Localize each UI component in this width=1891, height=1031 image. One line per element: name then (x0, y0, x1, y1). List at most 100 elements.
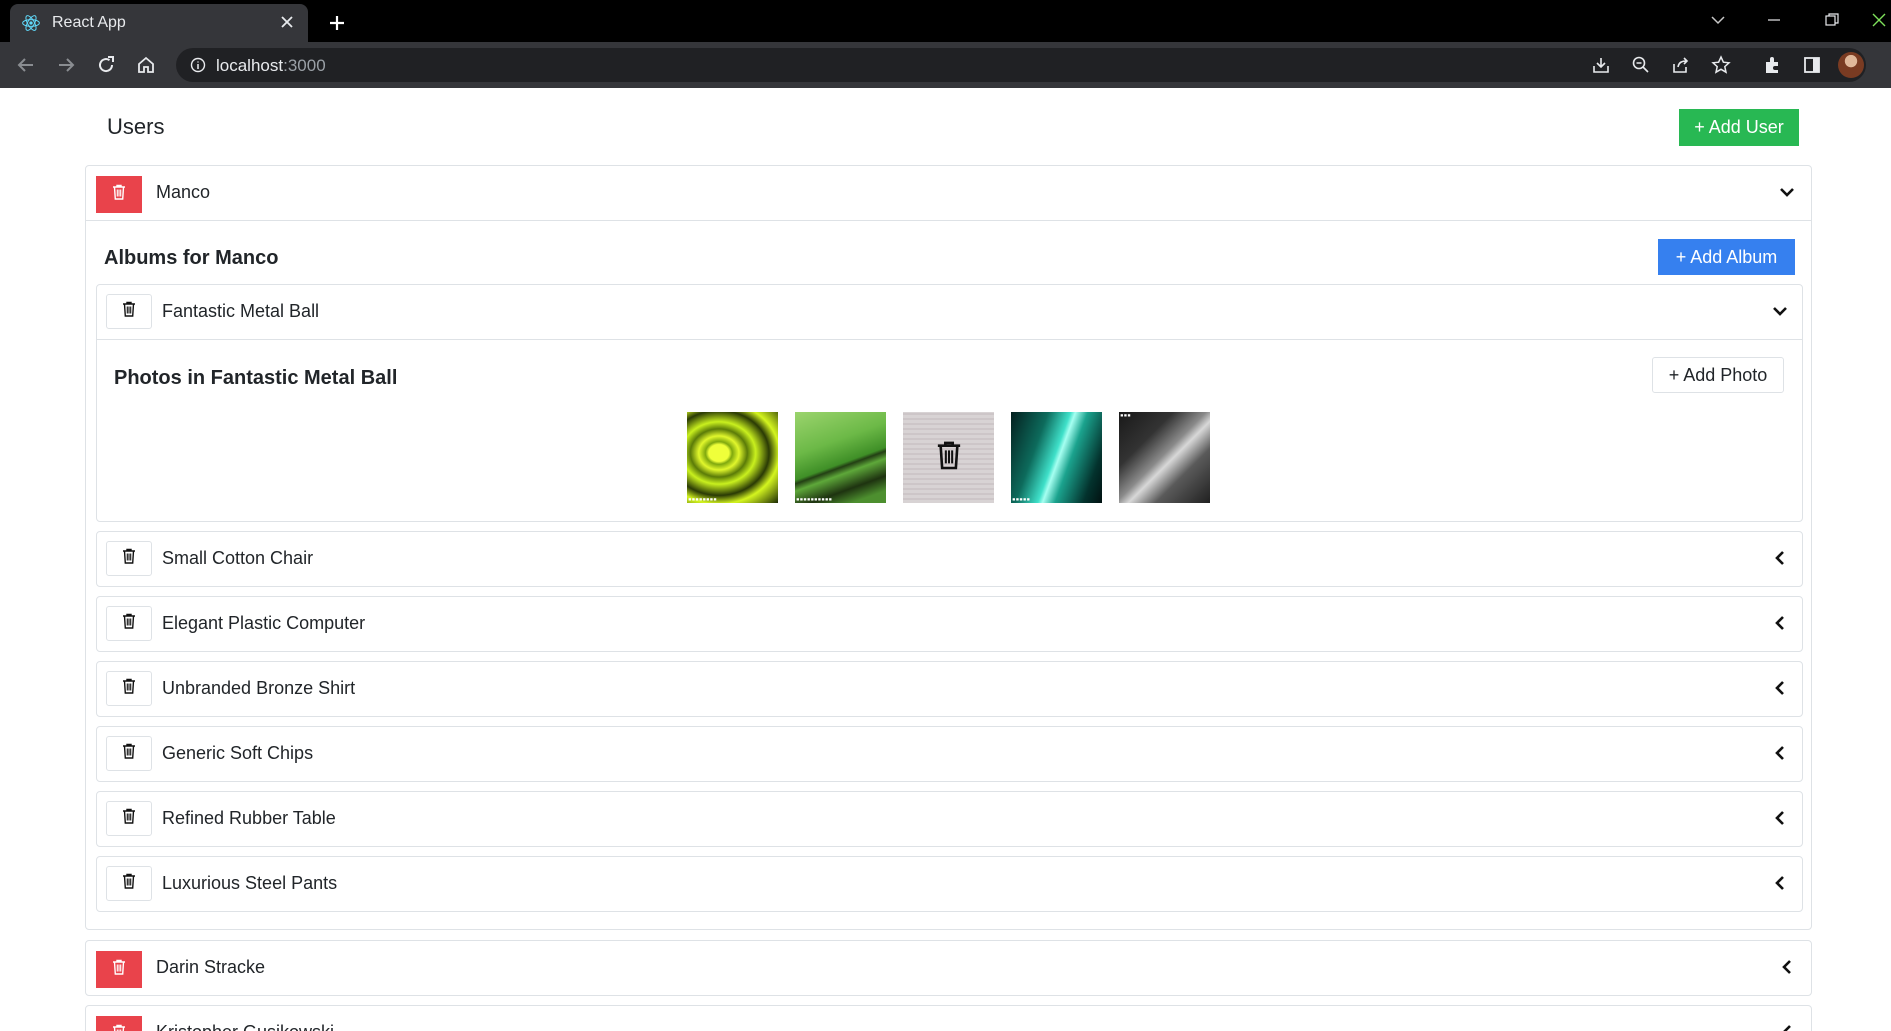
album-header[interactable]: Fantastic Metal Ball (97, 285, 1802, 339)
zoom-icon[interactable] (1629, 53, 1653, 77)
extensions-icon[interactable] (1760, 53, 1784, 77)
album-card: Fantastic Metal Ball Photos in Fantastic… (96, 284, 1803, 522)
page-content: Users + Add User Manco Albums for Manco … (0, 88, 1891, 1031)
home-icon[interactable] (132, 51, 160, 79)
url-port: :3000 (283, 56, 326, 75)
delete-album-button[interactable] (106, 541, 152, 576)
browser-toolbar: localhost:3000 (0, 42, 1891, 88)
trash-icon (122, 613, 136, 634)
photo-thumbnail[interactable] (903, 412, 994, 503)
delete-user-button[interactable] (96, 176, 142, 213)
albums-title: Albums for Manco (104, 247, 279, 269)
album-header[interactable]: Unbranded Bronze Shirt (97, 662, 1802, 716)
user-name: Darin Stracke (156, 957, 266, 977)
photo-thumbnail[interactable]: ▪▪▪▪▪▪▪▪▪▪ (795, 412, 886, 503)
chevron-left-icon[interactable] (1768, 806, 1792, 830)
url-text: localhost:3000 (216, 56, 326, 76)
trash-icon (122, 743, 136, 764)
trash-icon (122, 301, 136, 322)
photo-thumbnail[interactable]: ▪▪▪ (1119, 412, 1210, 503)
delete-album-button[interactable] (106, 866, 152, 901)
install-app-icon[interactable] (1589, 53, 1613, 77)
add-photo-button[interactable]: + Add Photo (1652, 357, 1784, 393)
album-name: Generic Soft Chips (162, 743, 314, 763)
photo-thumbnail[interactable]: ▪▪▪▪▪▪▪▪ (687, 412, 778, 503)
user-card: Darin Stracke (85, 940, 1812, 996)
album-name: Luxurious Steel Pants (162, 873, 338, 893)
chevron-down-icon[interactable] (1768, 299, 1792, 323)
trash-icon (122, 808, 136, 829)
user-header[interactable]: Darin Stracke (86, 941, 1811, 995)
trash-icon (112, 959, 126, 980)
share-icon[interactable] (1669, 53, 1693, 77)
chevron-left-icon[interactable] (1775, 955, 1799, 979)
delete-user-button[interactable] (96, 951, 142, 988)
browser-tab[interactable]: React App (10, 4, 308, 42)
forward-icon[interactable] (52, 51, 80, 79)
album-card: Generic Soft Chips (96, 726, 1803, 782)
site-info-icon[interactable] (188, 55, 208, 75)
album-card: Refined Rubber Table (96, 791, 1803, 847)
album-card: Unbranded Bronze Shirt (96, 661, 1803, 717)
delete-album-button[interactable] (106, 671, 152, 706)
close-window-icon[interactable] (1866, 0, 1891, 40)
browser-tabstrip: React App (0, 0, 1891, 42)
bookmark-star-icon[interactable] (1709, 53, 1733, 77)
photo-caption: ▪▪▪▪▪▪▪▪▪▪ (796, 496, 833, 503)
album-header[interactable]: Small Cotton Chair (97, 532, 1802, 586)
user-header[interactable]: Manco (86, 166, 1811, 220)
album-name: Refined Rubber Table (162, 808, 336, 828)
delete-album-button[interactable] (106, 801, 152, 836)
chevron-left-icon[interactable] (1768, 676, 1792, 700)
react-logo-icon (20, 12, 42, 34)
user-card: Kristopher Gusikowski (85, 1005, 1812, 1031)
address-bar[interactable]: localhost:3000 (176, 48, 1866, 82)
restore-icon[interactable] (1809, 0, 1855, 40)
trash-icon (112, 184, 126, 205)
album-header[interactable]: Refined Rubber Table (97, 792, 1802, 846)
reload-icon[interactable] (92, 51, 120, 79)
delete-album-button[interactable] (106, 294, 152, 329)
back-icon[interactable] (12, 51, 40, 79)
delete-album-button[interactable] (106, 606, 152, 641)
add-album-button[interactable]: + Add Album (1658, 239, 1795, 275)
chevron-left-icon[interactable] (1768, 871, 1792, 895)
album-header[interactable]: Elegant Plastic Computer (97, 597, 1802, 651)
tab-title: React App (52, 14, 126, 31)
delete-album-button[interactable] (106, 736, 152, 771)
photo-caption: ▪▪▪▪▪ (1012, 496, 1031, 503)
album-name: Elegant Plastic Computer (162, 613, 366, 633)
new-tab-icon[interactable] (322, 8, 352, 38)
chevron-left-icon[interactable] (1768, 546, 1792, 570)
tab-search-icon[interactable] (1695, 0, 1741, 40)
delete-photo-trash-icon[interactable] (936, 440, 962, 475)
url-host: localhost (216, 56, 284, 75)
trash-icon (122, 678, 136, 699)
user-card: Manco Albums for Manco + Add Album Fanta… (85, 165, 1812, 930)
album-card: Small Cotton Chair (96, 531, 1803, 587)
album-name: Small Cotton Chair (162, 548, 314, 568)
page-title: Users (107, 114, 165, 139)
album-card: Elegant Plastic Computer (96, 596, 1803, 652)
profile-avatar[interactable] (1838, 52, 1864, 78)
side-panel-icon[interactable] (1800, 53, 1824, 77)
add-user-button[interactable]: + Add User (1679, 109, 1799, 146)
album-header[interactable]: Luxurious Steel Pants (97, 857, 1802, 911)
photo-thumbnail[interactable]: ▪▪▪▪▪ (1011, 412, 1102, 503)
photo-caption: ▪▪▪▪▪▪▪▪ (688, 496, 717, 503)
chevron-left-icon[interactable] (1768, 611, 1792, 635)
album-card: Luxurious Steel Pants (96, 856, 1803, 912)
close-tab-icon[interactable] (276, 12, 298, 34)
trash-icon (112, 1024, 126, 1031)
delete-user-button[interactable] (96, 1016, 142, 1031)
minimize-icon[interactable] (1751, 0, 1797, 40)
photo-caption: ▪▪▪ (1120, 412, 1131, 419)
chevron-down-icon[interactable] (1775, 180, 1799, 204)
album-header[interactable]: Generic Soft Chips (97, 727, 1802, 781)
chevron-left-icon[interactable] (1775, 1020, 1799, 1031)
chevron-left-icon[interactable] (1768, 741, 1792, 765)
user-header[interactable]: Kristopher Gusikowski (86, 1006, 1811, 1031)
trash-icon (122, 548, 136, 569)
album-name: Fantastic Metal Ball (162, 301, 320, 321)
user-albums-panel: Albums for Manco + Add Album Fantastic M… (86, 220, 1811, 930)
